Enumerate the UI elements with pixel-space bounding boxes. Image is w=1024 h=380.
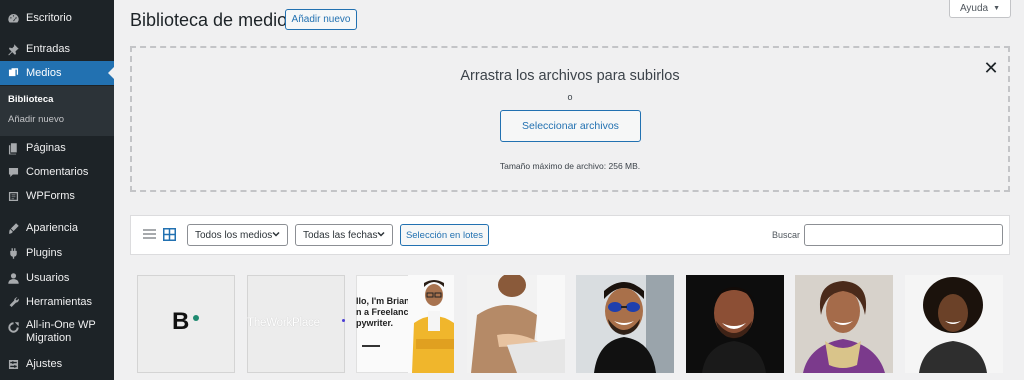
page-title: Biblioteca de medios [130,10,297,30]
woman-scarf-photo [795,275,893,373]
submenu-item-anadir-nuevo[interactable]: Añadir nuevo [8,114,64,125]
handshake-photo [467,275,565,373]
submenu-item-biblioteca[interactable]: Biblioteca [8,94,53,105]
sidebar-item-label: Plugins [26,247,63,259]
sidebar-item-label: WPForms [26,190,75,202]
sidebar-item-label: Apariencia [26,222,78,234]
pin-icon [6,42,20,56]
woman-curly-hair-photo [905,275,1003,373]
thumb-text-line: llo, I'm Brian. [356,296,413,306]
max-upload-size: Tamaño máximo de archivo: 256 MB. [499,161,641,171]
migration-icon [6,320,20,334]
sidebar-item-comentarios[interactable]: Comentarios [0,163,114,181]
help-label: Ayuda [959,3,989,14]
chevron-down-icon [272,231,280,237]
chevron-down-icon [377,231,385,237]
sidebar-item-usuarios[interactable]: Usuarios [0,269,114,287]
dropzone-title: Arrastra los archivos para subirlos [460,68,680,84]
sidebar-item-label: Usuarios [26,272,70,284]
media-type-select[interactable]: Todos los medios [187,224,288,246]
bulk-select-button[interactable]: Selección en lotes [400,224,489,246]
man-sunglasses-photo [576,275,674,373]
media-submenu: Biblioteca Añadir nuevo [0,86,114,136]
sidebar-item-all-in-one-wp-migration[interactable]: All-in-One WP Migration [0,319,114,347]
caret-down-icon: ▼ [993,5,1001,12]
list-view-icon[interactable] [143,228,156,241]
appearance-icon [6,221,20,235]
media-thumbnail-6[interactable] [686,275,784,373]
sidebar-item-label: Escritorio [26,12,72,24]
sidebar-item-label: Entradas [26,43,71,55]
sidebar-item-label: Comentarios [26,166,89,178]
sidebar-item-label-wrap: All-in-One WP Migration [26,319,96,345]
logo-dot [193,315,199,321]
add-new-button[interactable]: Añadir nuevo [285,9,357,30]
sidebar-item-label: All-in-One WP [26,319,96,331]
pages-icon [6,141,20,155]
sidebar-item-apariencia[interactable]: Apariencia [0,219,114,237]
sidebar-item-label: Ajustes [26,358,63,370]
sidebar-item-plugins[interactable]: Plugins [0,244,114,262]
thumb-button-shape [362,345,380,347]
logo-text: TheWorkPlace [247,317,320,329]
person-photo [408,275,454,373]
dropzone-or: o [567,92,573,102]
sidebar-item-medios[interactable]: Medios [0,61,114,85]
users-icon [6,271,20,285]
sidebar-item-label: Páginas [26,142,66,154]
grid-view-icon[interactable] [163,228,176,241]
media-thumbnail-2[interactable]: TheWorkPlace [247,275,345,373]
sidebar-item-escritorio[interactable]: Escritorio [0,9,114,27]
help-tab[interactable]: Ayuda ▼ [949,0,1011,18]
media-icon [6,66,20,80]
comments-icon [6,165,20,179]
media-thumbnail-3[interactable]: llo, I'm Brian. n a Freelance pywriter. [356,275,454,373]
man-laughing-photo [686,275,784,373]
sidebar-item-label: Herramientas [26,296,93,308]
media-thumbnail-1[interactable]: B [137,275,235,373]
dashboard-icon [6,11,20,25]
search-label: Buscar [772,230,801,240]
sidebar-item-label: Medios [26,67,62,79]
logo-letter: B [172,308,190,335]
admin-sidebar: Escritorio Entradas Medios Biblioteca Añ… [0,0,114,380]
search-input[interactable] [804,224,1003,246]
settings-icon [6,357,20,371]
media-thumbnail-7[interactable] [795,275,893,373]
media-thumbnail-5[interactable] [576,275,674,373]
sidebar-item-paginas[interactable]: Páginas [0,139,114,157]
sidebar-item-entradas[interactable]: Entradas [0,40,114,58]
wpforms-icon [6,189,20,203]
sidebar-item-label-line2: Migration [26,332,72,344]
tools-icon [6,295,20,309]
select-files-button[interactable]: Seleccionar archivos [500,110,641,142]
thumb-text-line: pywriter. [356,318,394,328]
media-thumbnail-8[interactable] [905,275,1003,373]
logo-dot [342,319,345,322]
media-type-value: Todos los medios [195,229,273,241]
sidebar-item-ajustes[interactable]: Ajustes [0,355,114,373]
sidebar-item-wpforms[interactable]: WPForms [0,187,114,205]
date-select[interactable]: Todas las fechas [295,224,393,246]
date-value: Todas las fechas [303,229,378,241]
thumb-text-line: n a Freelance [356,307,414,317]
sidebar-item-herramientas[interactable]: Herramientas [0,293,114,311]
plugins-icon [6,246,20,260]
media-thumbnail-4[interactable] [467,275,565,373]
